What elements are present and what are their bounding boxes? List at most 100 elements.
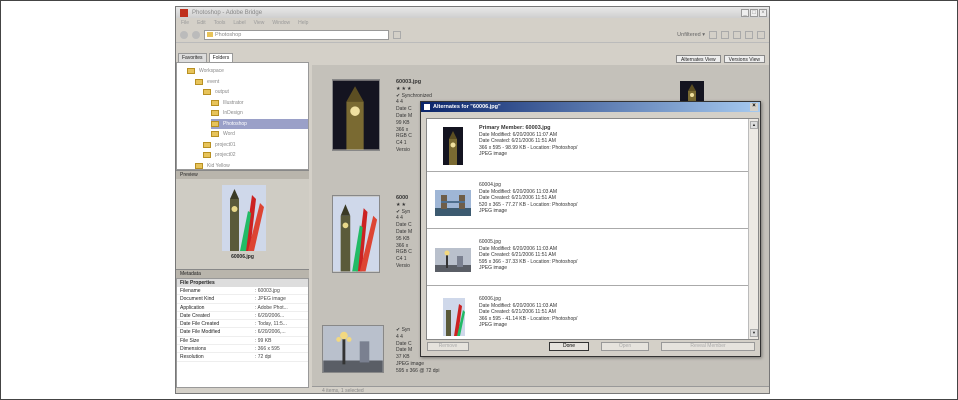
preview-panel: 60006.jpg	[176, 179, 309, 269]
folder-label: project01	[215, 141, 236, 148]
metadata-key: Dimensions	[180, 346, 207, 353]
folder-item[interactable]: output	[203, 87, 308, 98]
left-tabs: Favorites Folders	[176, 53, 309, 62]
dialog-close-button[interactable]: ×	[750, 103, 758, 111]
thumb-line: JPEG image	[396, 360, 425, 367]
menu-tools[interactable]: Tools	[214, 20, 226, 26]
dialog-title-bar: Alternates for "60006.jpg" ×	[421, 102, 760, 112]
menu-file[interactable]: File	[181, 20, 189, 26]
thumb-line: RGB C	[396, 133, 412, 140]
done-button[interactable]: Done	[549, 342, 589, 351]
thumbnail-60006[interactable]	[332, 195, 380, 273]
folder-item[interactable]: project02	[203, 150, 308, 161]
list-item[interactable]: 60006.jpg Date Modified: 6/20/2006 11:03…	[427, 290, 749, 343]
item-line: Date Created: 6/21/2006 11:51 AM	[479, 309, 556, 316]
path-value: Photoshop	[215, 31, 242, 38]
folder-icon	[211, 110, 219, 116]
folder-item[interactable]: Photoshop	[211, 118, 308, 129]
menu-window[interactable]: Window	[272, 20, 290, 26]
scroll-down-icon[interactable]: ▼	[750, 329, 758, 337]
path-dropdown[interactable]: Photoshop	[204, 29, 389, 40]
folder-item[interactable]: Workspace	[187, 66, 308, 77]
metadata-key: Date File Modified	[180, 329, 221, 336]
filter-dropdown[interactable]: Unfiltered ▾	[677, 32, 705, 38]
item-line: Date Created: 6/21/2006 11:51 AM	[479, 138, 556, 145]
rotate-right-icon[interactable]	[733, 30, 741, 39]
preview-image	[222, 185, 266, 251]
item-text: 60004.jpg Date Modified: 6/20/2006 11:03…	[479, 182, 577, 215]
thumb-line: Date M	[396, 112, 413, 119]
metadata-key: Resolution	[180, 354, 204, 361]
tab-folders[interactable]: Folders	[208, 53, 234, 62]
forward-button[interactable]	[192, 30, 200, 39]
up-folder-icon[interactable]	[393, 30, 401, 39]
folder-icon	[203, 152, 211, 158]
list-item[interactable]: 60005.jpg Date Modified: 6/20/2006 11:03…	[427, 233, 749, 286]
menu-help[interactable]: Help	[298, 20, 308, 26]
folder-item[interactable]: Kid Yellow	[195, 161, 308, 172]
thumb-line: 4 4	[396, 333, 403, 340]
item-name: 60004.jpg	[479, 182, 501, 188]
item-text: Primary Member: 60003.jpg Date Modified:…	[479, 125, 577, 158]
alternates-dialog: Alternates for "60006.jpg" × Primary Mem…	[420, 101, 761, 357]
trash-icon[interactable]	[745, 30, 753, 39]
folder-item[interactable]: event	[195, 77, 308, 88]
item-line: Date Modified: 6/20/2006 11:07 AM	[479, 131, 558, 138]
item-line: JPEG image	[479, 265, 508, 272]
folder-icon	[211, 99, 219, 106]
item-name: Primary Member: 60003.jpg	[479, 125, 551, 131]
folder-label: Kid Yellow	[207, 162, 230, 169]
item-line: 366 x 595 - 41.14 KB - Location: Photosh…	[479, 315, 578, 322]
back-button[interactable]	[180, 30, 188, 39]
minimize-button[interactable]: _	[741, 8, 749, 17]
folder-item[interactable]: Illustrator	[211, 98, 308, 109]
thumb-line: ✔ Synchronized	[396, 92, 432, 99]
folder-label: InDesign	[223, 110, 243, 116]
metadata-value: : 99 KB	[255, 337, 272, 344]
close-button[interactable]: ×	[759, 8, 767, 17]
metadata-key: Application	[180, 304, 205, 311]
list-item[interactable]: Primary Member: 60003.jpg Date Modified:…	[427, 119, 749, 172]
folder-item[interactable]: project01	[203, 140, 308, 151]
thumbnail-60005[interactable]	[322, 325, 384, 373]
menu-view[interactable]: View	[254, 20, 265, 26]
metadata-value: : 6/20/2006,...	[255, 329, 286, 336]
remove-button[interactable]: Remove	[427, 342, 469, 351]
item-line: Date Modified: 6/20/2006 11:03 AM	[479, 188, 558, 195]
reveal-member-button[interactable]: Reveal Member	[661, 342, 755, 351]
item-line: 595 x 366 - 37.33 KB - Location: Photosh…	[479, 258, 578, 265]
new-folder-icon[interactable]	[709, 30, 717, 39]
open-button[interactable]: Open	[601, 342, 649, 351]
tab-favorites[interactable]: Favorites	[178, 53, 207, 62]
thumbnail-60003[interactable]	[332, 79, 380, 151]
item-line: Date Modified: 6/20/2006 11:03 AM	[479, 245, 558, 252]
thumb-line: 95 KB	[396, 235, 410, 242]
scroll-up-icon[interactable]: ▲	[750, 121, 758, 129]
thumb-line: ✔ Syn	[396, 208, 411, 215]
metadata-value: : 72 dpi	[255, 354, 272, 361]
file-properties-section[interactable]: File Properties	[177, 279, 308, 287]
rotate-left-icon[interactable]	[721, 30, 729, 39]
item-thumbnail	[435, 190, 471, 216]
item-line: Date Modified: 6/20/2006 11:03 AM	[479, 302, 558, 309]
folder-item[interactable]: InDesign	[211, 108, 308, 119]
folder-label: output	[215, 89, 229, 95]
versions-view-button[interactable]: Versions View	[723, 55, 765, 63]
alternates-list: Primary Member: 60003.jpg Date Modified:…	[426, 118, 759, 340]
metadata-row: Date File Modified : 6/20/2006,...	[177, 328, 308, 337]
menu-label[interactable]: Label	[233, 20, 245, 26]
folder-item[interactable]: Word	[211, 129, 308, 140]
thumb-line: 37 KB	[396, 354, 410, 361]
dialog-scrollbar[interactable]: ▲ ▼	[748, 119, 758, 339]
list-item[interactable]: 60004.jpg Date Modified: 6/20/2006 11:03…	[427, 176, 749, 229]
thumb-line: ✔ Syn	[396, 327, 411, 333]
metadata-row: Application: Adobe Phot...	[177, 304, 308, 312]
view-mode-icon[interactable]	[757, 30, 765, 39]
menu-edit[interactable]: Edit	[197, 20, 206, 26]
alternates-view-button[interactable]: Alternates View	[676, 55, 721, 63]
maximize-button[interactable]: □	[750, 8, 758, 17]
folder-icon	[195, 162, 203, 169]
thumb-line: Date C	[396, 340, 412, 347]
toolbar-right: Unfiltered ▾	[677, 30, 765, 39]
metadata-rows: Filename: 60003.jpg Document Kind: JPEG i…	[177, 287, 308, 362]
